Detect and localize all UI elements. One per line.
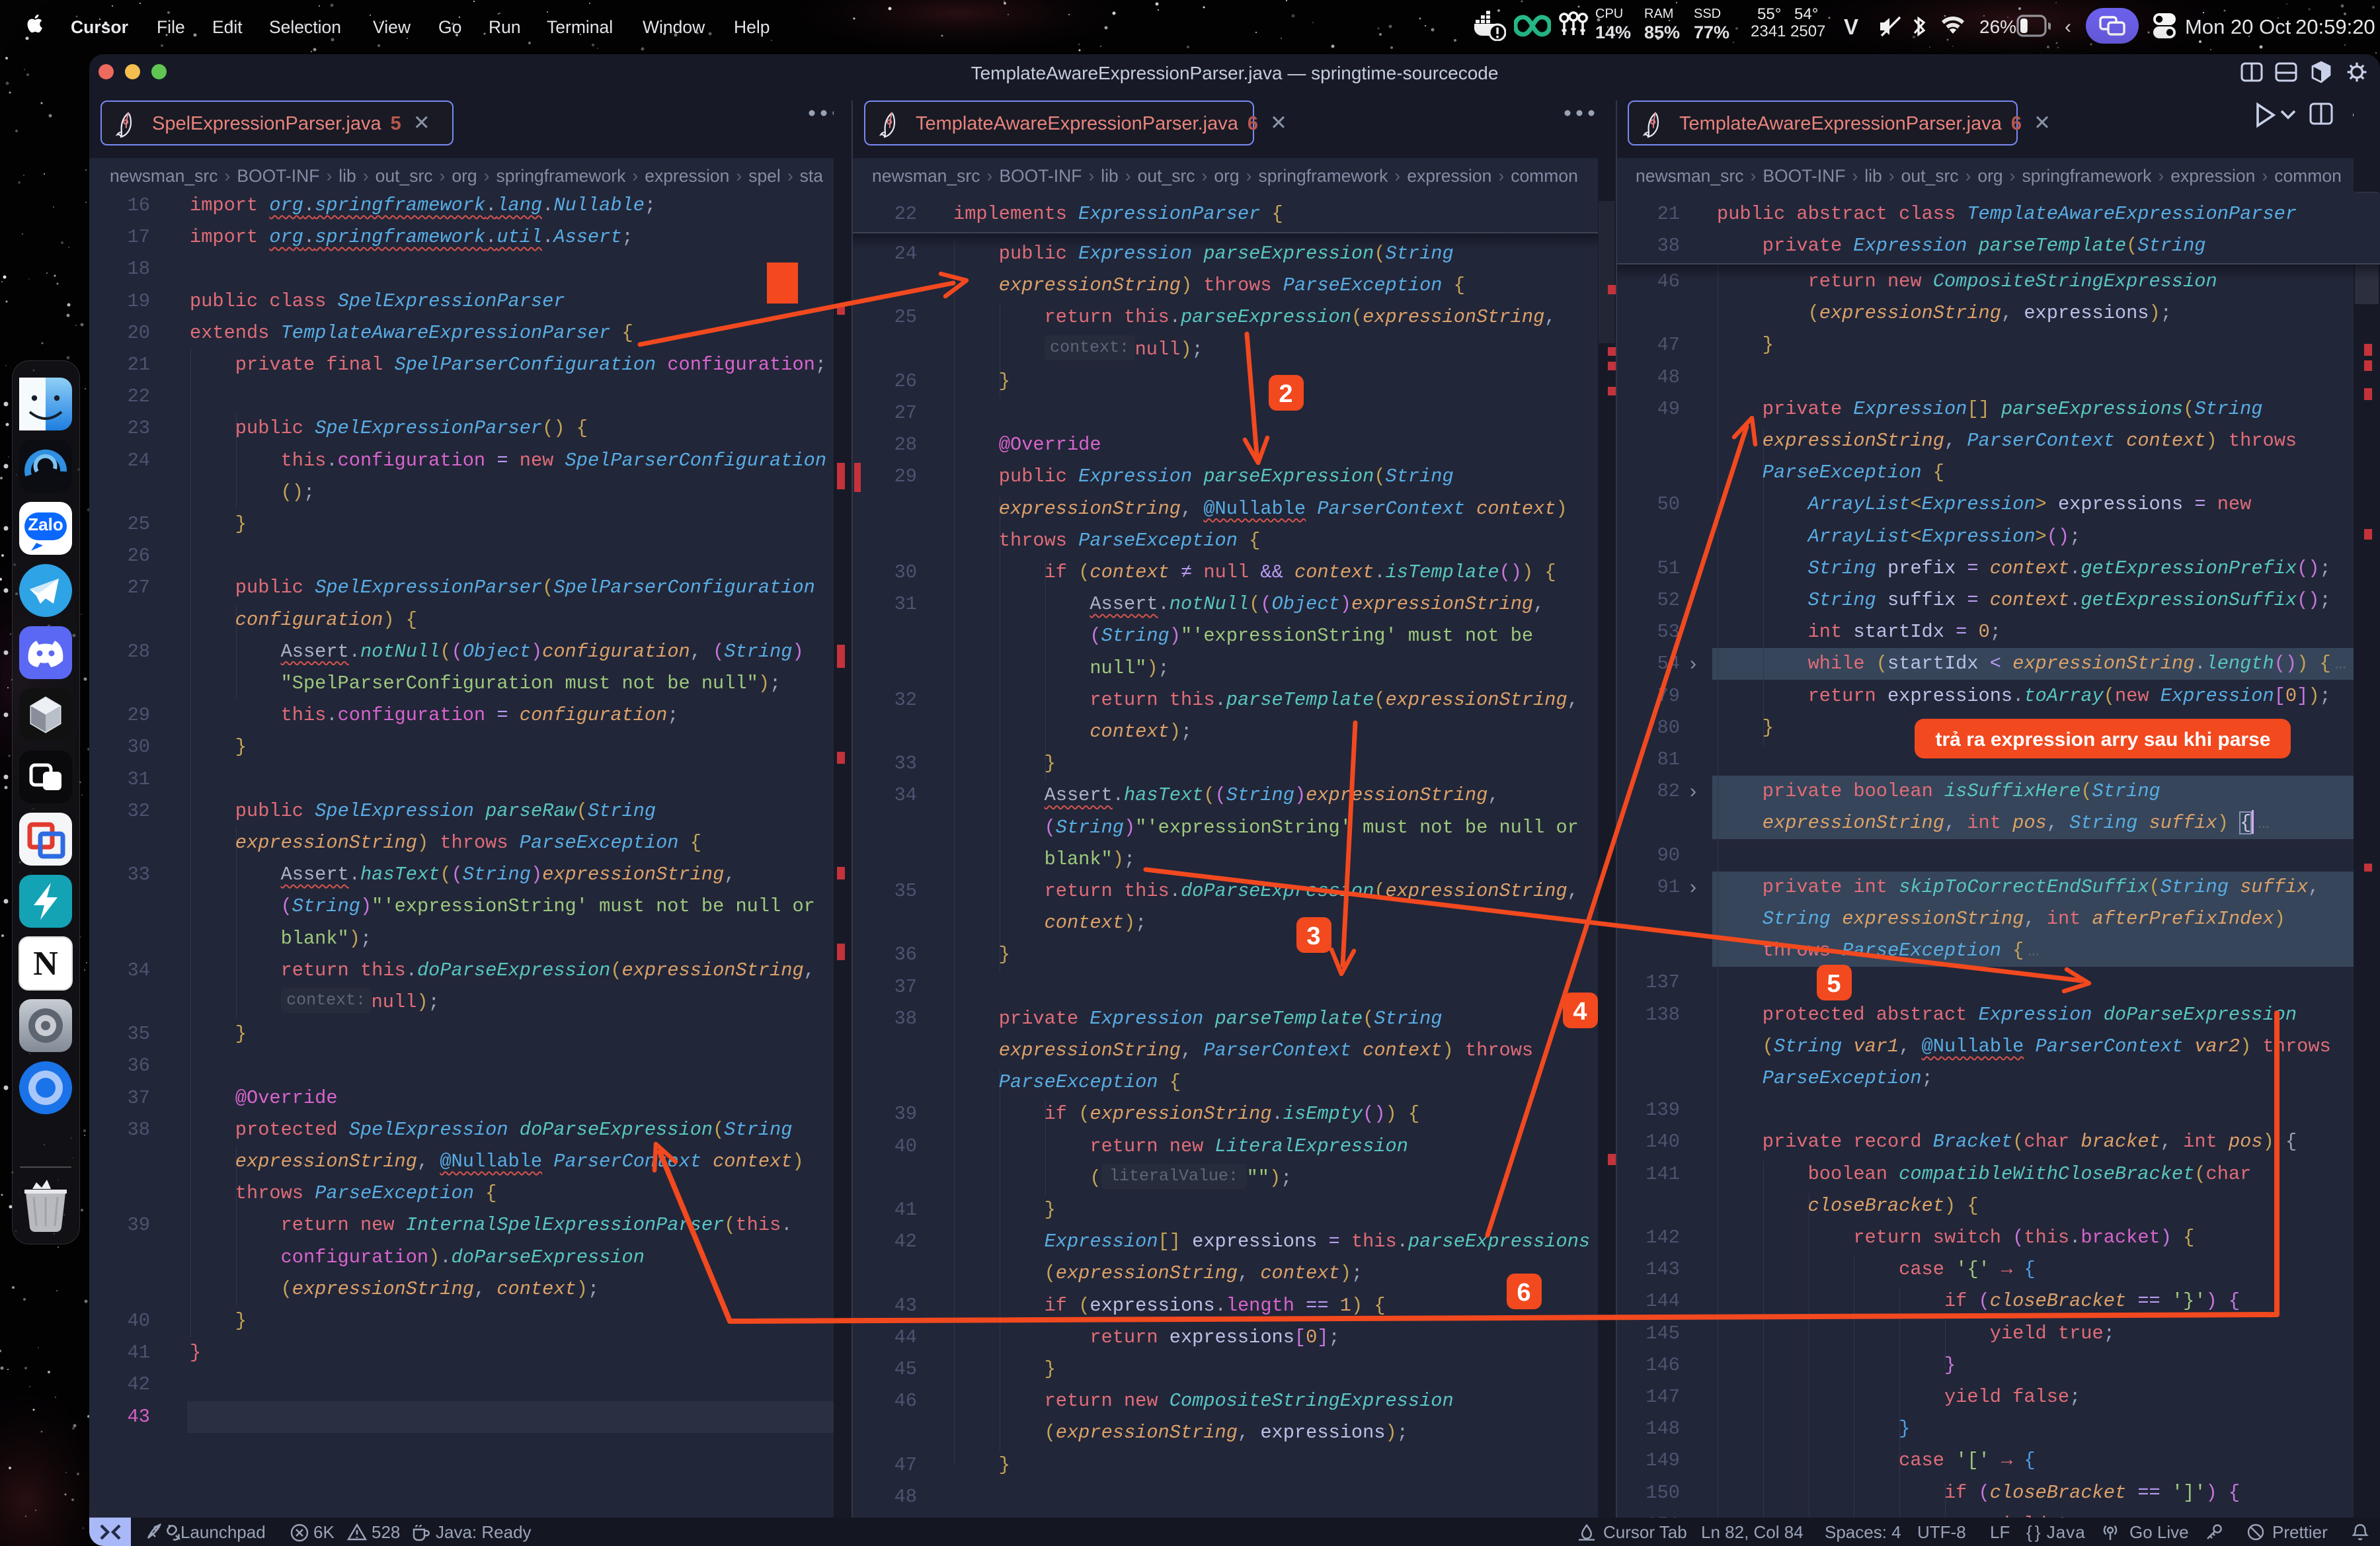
svg-text:6: 6 [1517,1279,1530,1307]
svg-text:trả ra expression arry sau khi: trả ra expression arry sau khi parse [1936,729,2271,751]
svg-text:4: 4 [1573,998,1587,1026]
svg-text:5: 5 [1827,970,1841,998]
svg-text:3: 3 [1306,922,1320,950]
svg-text:2: 2 [1279,380,1292,408]
